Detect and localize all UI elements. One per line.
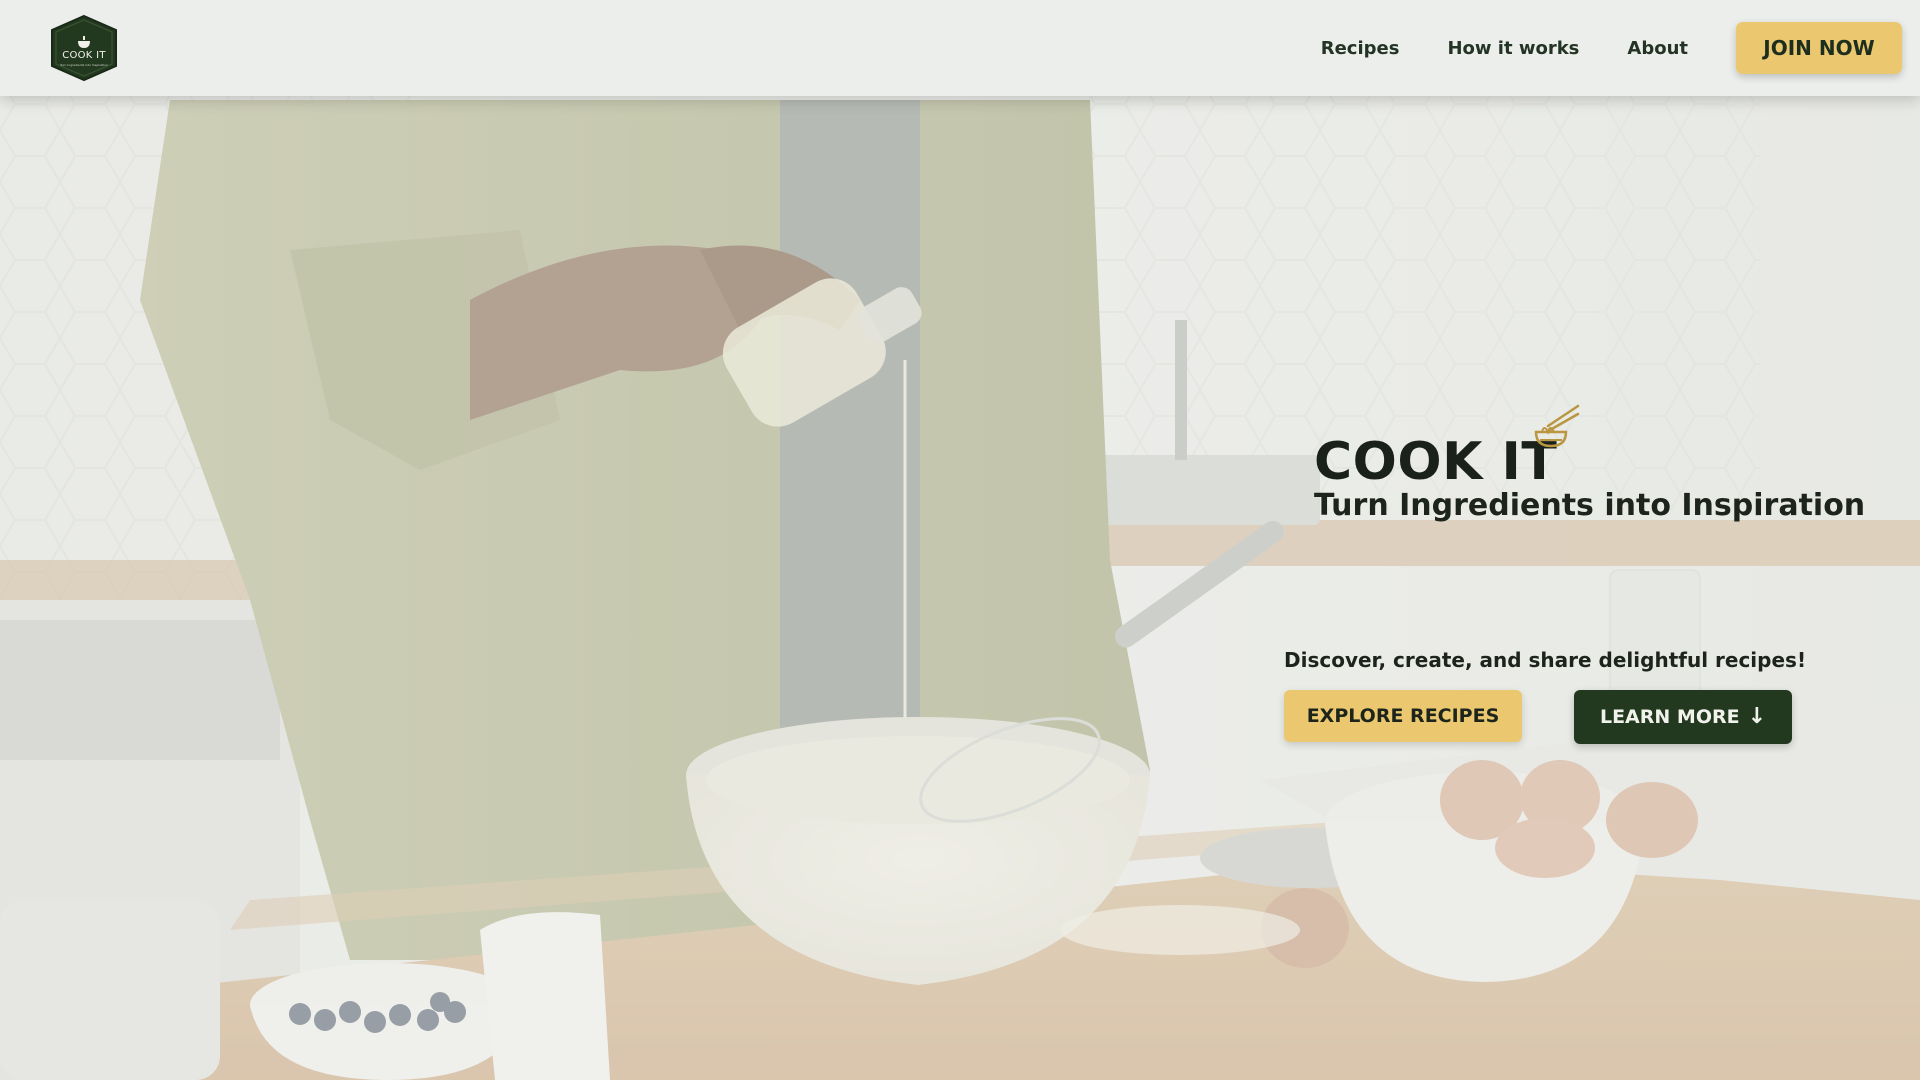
nav-link-how-it-works[interactable]: How it works — [1447, 38, 1579, 59]
join-now-button[interactable]: JOIN NOW — [1736, 22, 1902, 74]
nav-link-about[interactable]: About — [1627, 38, 1688, 59]
hero-tagline: Discover, create, and share delightful r… — [1284, 648, 1807, 672]
logo-text: COOK IT — [62, 50, 106, 61]
hero-subtitle: Turn Ingredients into Inspiration — [1314, 488, 1866, 523]
nav-link-recipes[interactable]: Recipes — [1321, 38, 1400, 59]
explore-recipes-button[interactable]: EXPLORE RECIPES — [1284, 690, 1522, 742]
hero-overlay — [0, 0, 1920, 1080]
logo-badge-icon — [51, 14, 117, 82]
site-header: COOK IT Turn Ingredients into Inspiratio… — [0, 0, 1920, 96]
learn-more-button[interactable]: LEARN MORE ↓ — [1574, 690, 1792, 744]
learn-more-label: LEARN MORE — [1599, 706, 1740, 728]
logo-tagline: Turn Ingredients into Inspiration — [60, 63, 108, 67]
logo[interactable]: COOK IT Turn Ingredients into Inspiratio… — [46, 14, 122, 82]
arrow-down-icon: ↓ — [1747, 704, 1767, 729]
main-nav: Recipes How it works About JOIN NOW — [1321, 22, 1902, 74]
noodle-bowl-icon — [1534, 404, 1580, 448]
